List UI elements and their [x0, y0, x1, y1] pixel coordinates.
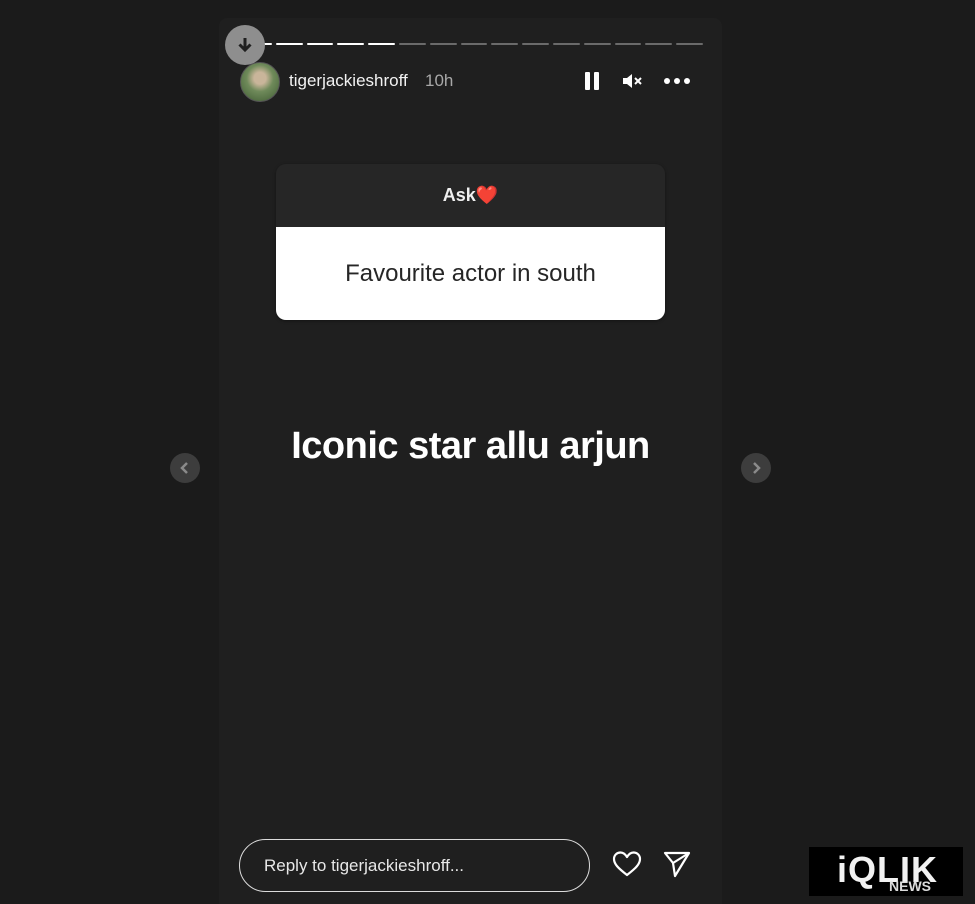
question-sticker: Ask❤️ Favourite actor in south	[276, 164, 665, 320]
progress-segment	[398, 43, 426, 45]
chevron-left-icon[interactable]	[170, 453, 200, 483]
progress-segment	[676, 43, 703, 45]
progress-segment	[337, 43, 365, 45]
question-text: Favourite actor in south	[276, 227, 665, 320]
progress-segment	[614, 43, 642, 45]
more-horizontal-icon[interactable]	[662, 68, 692, 94]
send-icon[interactable]	[660, 848, 694, 880]
progress-segment	[368, 43, 395, 45]
watermark-sub: NEWS	[889, 878, 931, 894]
progress-segment	[429, 43, 457, 45]
progress-segment	[491, 43, 519, 45]
download-arrow-icon[interactable]	[225, 25, 265, 65]
heart-icon[interactable]	[610, 848, 644, 880]
story-progress-bar	[245, 43, 703, 46]
progress-segment	[645, 43, 673, 45]
progress-segment	[522, 43, 549, 45]
chevron-right-icon[interactable]	[741, 453, 771, 483]
pause-icon[interactable]	[580, 68, 604, 94]
story-timestamp: 10h	[425, 71, 454, 90]
reply-input[interactable]	[239, 839, 590, 892]
progress-segment	[460, 43, 488, 45]
question-sticker-header: Ask❤️	[276, 164, 665, 227]
muted-speaker-icon[interactable]	[620, 68, 644, 94]
watermark-logo: iQLIK NEWS	[809, 847, 963, 896]
progress-segment	[552, 43, 580, 45]
answer-text: Iconic star allu arjun	[291, 425, 650, 467]
progress-segment	[275, 43, 303, 45]
avatar[interactable]	[240, 62, 280, 102]
progress-segment	[583, 43, 611, 45]
progress-segment	[306, 43, 334, 45]
username[interactable]: tigerjackieshroff	[289, 71, 408, 91]
